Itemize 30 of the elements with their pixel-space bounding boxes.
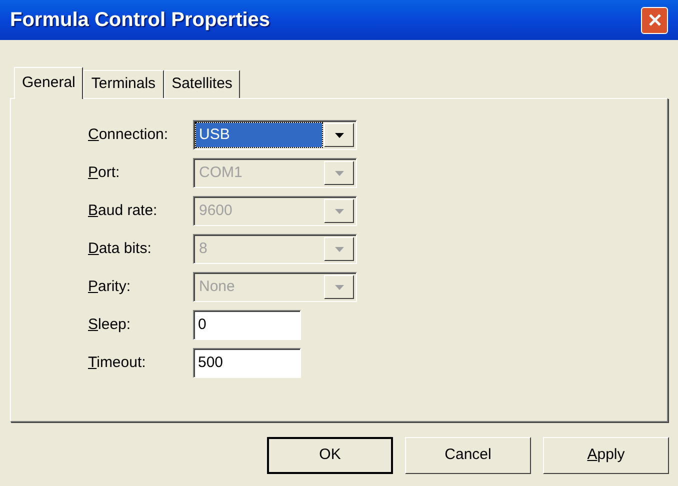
dropdown-value: COM1 <box>198 162 244 183</box>
field-label: Baud rate: <box>88 200 158 221</box>
field-label: Port: <box>88 162 121 183</box>
dialog-button[interactable]: Cancel <box>405 437 531 474</box>
tab[interactable]: General <box>14 67 84 99</box>
dialog-button[interactable]: Apply <box>543 437 669 474</box>
caret-icon <box>334 284 344 290</box>
field-label: Timeout: <box>88 352 147 373</box>
caret-icon <box>334 132 344 138</box>
close-button[interactable] <box>641 6 668 34</box>
close-icon <box>648 13 662 27</box>
dropdown[interactable]: USB <box>193 120 357 150</box>
dropdown-button[interactable] <box>324 123 354 147</box>
dropdown-value: None <box>198 276 236 297</box>
input-field[interactable]: 0 <box>193 310 301 340</box>
caret-icon <box>334 170 344 176</box>
caret-icon <box>334 208 344 214</box>
caret-icon <box>334 246 344 252</box>
input-field[interactable]: 500 <box>193 348 301 378</box>
tab[interactable]: Terminals <box>83 70 164 98</box>
field-label: Parity: <box>88 276 132 297</box>
field-label: Connection: <box>88 124 170 145</box>
window-title: Formula Control Properties <box>10 8 270 33</box>
field-label: Data bits: <box>88 238 152 259</box>
dropdown-value: USB <box>196 123 322 147</box>
field-label: Sleep: <box>88 314 132 335</box>
dropdown-value: 9600 <box>198 200 234 221</box>
dropdown-value: 8 <box>198 238 208 259</box>
tab[interactable]: Satellites <box>164 70 240 98</box>
dialog-button[interactable]: OK <box>267 437 393 474</box>
